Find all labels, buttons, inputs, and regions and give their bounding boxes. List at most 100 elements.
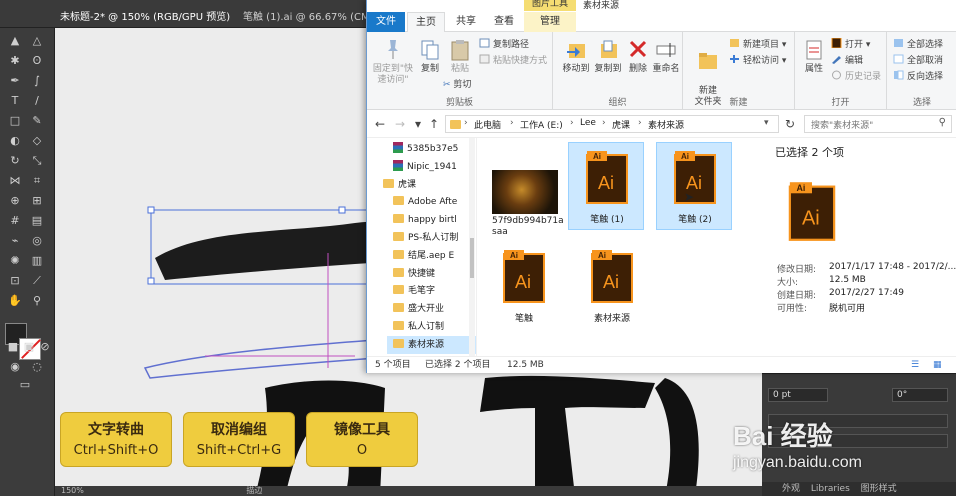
up-arrow-icon[interactable]: ↑: [427, 116, 441, 132]
artboard-tool-icon[interactable]: ⊡: [8, 274, 22, 288]
slice-tool-icon[interactable]: ⟋: [30, 274, 44, 288]
crumb-this-pc[interactable]: 此电脑: [474, 118, 501, 131]
nav-item[interactable]: PS-私人订制: [393, 229, 476, 247]
nav-scroll-thumb[interactable]: [470, 238, 474, 278]
crumb-lee[interactable]: Lee: [580, 118, 596, 128]
magic-wand-icon[interactable]: ✱: [8, 54, 22, 68]
curvature-tool-icon[interactable]: ∫: [30, 74, 44, 88]
nav-item[interactable]: happy birtl: [393, 211, 476, 229]
file-item-ai-4[interactable]: Ai Ai 素材来源: [574, 242, 650, 330]
file-item-ai-2[interactable]: Ai Ai 笔触 (2): [656, 142, 732, 230]
rotate-tool-icon[interactable]: ↻: [8, 154, 22, 168]
gradient-mode-icon[interactable]: ▣: [22, 340, 36, 354]
forward-arrow-icon[interactable]: →: [393, 116, 407, 132]
open-button[interactable]: 打开 ▾: [831, 38, 870, 52]
selection-tool-icon[interactable]: ▲: [8, 34, 22, 48]
copy-path-button[interactable]: 复制路径: [479, 38, 529, 52]
paste-shortcut-button[interactable]: 粘贴快捷方式: [479, 54, 547, 68]
rename-button[interactable]: 重命名: [649, 38, 683, 75]
pin-quick-access-button[interactable]: 固定到"快速访问": [371, 38, 415, 86]
doc-tab-brush[interactable]: 笔触 (1).ai @ 66.67% (CMYK: [243, 8, 382, 26]
blend-tool-icon[interactable]: ◎: [30, 234, 44, 248]
easy-access-button[interactable]: 轻松访问 ▾: [729, 54, 786, 68]
copy-button[interactable]: 复制: [413, 38, 447, 75]
file-item-ai-3[interactable]: Ai Ai 笔触: [486, 242, 562, 330]
color-mode-icon[interactable]: ■: [6, 340, 20, 354]
nav-item[interactable]: 私人订制: [393, 318, 476, 336]
nav-item[interactable]: 毛笔字: [393, 282, 476, 300]
nav-item[interactable]: 快捷键: [393, 265, 476, 283]
nav-item[interactable]: 盛大开业: [393, 300, 476, 318]
lasso-tool-icon[interactable]: ʘ: [30, 54, 44, 68]
refresh-icon[interactable]: ↻: [783, 116, 797, 132]
nav-item[interactable]: 素材来源: [387, 335, 476, 354]
crumb-source[interactable]: 素材来源: [648, 118, 684, 131]
width-tool-icon[interactable]: ⋈: [8, 174, 22, 188]
move-to-button[interactable]: 移动到: [559, 38, 593, 75]
folder-icon: [393, 196, 404, 206]
none-mode-icon[interactable]: ⊘: [38, 340, 52, 354]
back-arrow-icon[interactable]: ←: [373, 116, 387, 132]
crumb-drive-e[interactable]: 工作A (E:): [520, 118, 563, 131]
recent-dropdown-icon[interactable]: ▾: [411, 116, 425, 132]
shape-builder-icon[interactable]: ⊕: [8, 194, 22, 208]
angle-field[interactable]: 0°: [892, 388, 948, 402]
graph-tool-icon[interactable]: ▥: [30, 254, 44, 268]
draw-mode-icon[interactable]: ◉: [8, 360, 22, 374]
nav-scrollbar[interactable]: [469, 138, 475, 356]
zoom-tool-icon[interactable]: ⚲: [30, 294, 44, 308]
eyedropper-icon[interactable]: ⌁: [8, 234, 22, 248]
perspective-grid-icon[interactable]: ⊞: [30, 194, 44, 208]
nav-item[interactable]: Nipic_1941: [393, 158, 476, 176]
pen-tool-icon[interactable]: ✒: [8, 74, 22, 88]
address-bar[interactable]: › 此电脑 › 工作A (E:) › Lee › 虎课 › 素材来源 ▾: [445, 115, 779, 133]
type-tool-icon[interactable]: T: [8, 94, 22, 108]
stroke-weight-field[interactable]: 0 pt: [768, 388, 828, 402]
copy-to-button[interactable]: 复制到: [591, 38, 625, 75]
nav-item[interactable]: 5385b37e5: [393, 140, 476, 158]
tab-file[interactable]: 文件: [367, 12, 405, 32]
shaper-tool-icon[interactable]: ◐: [8, 134, 22, 148]
zoom-level[interactable]: 150%: [61, 486, 84, 495]
eraser-tool-icon[interactable]: ◇: [30, 134, 44, 148]
new-item-button[interactable]: 新建项目 ▾: [729, 38, 786, 52]
nav-item[interactable]: 结尾.aep E: [393, 247, 476, 265]
large-icons-view-icon[interactable]: ▦: [933, 357, 942, 373]
doc-tab-untitled[interactable]: 未标题-2* @ 150% (RGB/GPU 预览): [60, 8, 230, 26]
invert-selection-button[interactable]: 反向选择: [893, 70, 943, 84]
edit-button[interactable]: 编辑: [831, 54, 863, 68]
paintbrush-tool-icon[interactable]: ✎: [30, 114, 44, 128]
select-all-button[interactable]: 全部选择: [893, 38, 943, 52]
free-transform-icon[interactable]: ⌗: [30, 174, 44, 188]
screen-mode-icon[interactable]: ▭: [18, 378, 32, 392]
tab-view[interactable]: 查看: [485, 12, 523, 32]
file-item-image[interactable]: 57f9db994b71a saa: [486, 144, 564, 237]
tab-share[interactable]: 共享: [447, 12, 485, 32]
details-view-icon[interactable]: ☰: [911, 357, 919, 373]
tab-manage[interactable]: 管理: [524, 12, 576, 32]
properties-button[interactable]: 属性: [797, 38, 831, 75]
direct-selection-tool-icon[interactable]: △: [30, 34, 44, 48]
tab-home[interactable]: 主页: [407, 12, 445, 32]
mouse-cursor-icon: ➤: [684, 190, 695, 204]
paste-button[interactable]: 粘贴: [443, 38, 477, 75]
file-item-ai-1[interactable]: Ai Ai 笔触 (1): [568, 142, 644, 230]
draw-inside-icon[interactable]: ◌: [30, 360, 44, 374]
invert-selection-icon: [894, 70, 904, 80]
search-input[interactable]: 搜索"素材来源" ⚲: [804, 115, 952, 133]
scale-tool-icon[interactable]: ⤡: [30, 154, 44, 168]
line-tool-icon[interactable]: /: [30, 94, 44, 108]
mesh-tool-icon[interactable]: #: [8, 214, 22, 228]
symbol-sprayer-icon[interactable]: ✺: [8, 254, 22, 268]
rectangle-tool-icon[interactable]: □: [8, 114, 22, 128]
selected-count: 已选择 2 个项目: [425, 360, 491, 370]
nav-item[interactable]: Adobe Afte: [393, 193, 476, 211]
gradient-tool-icon[interactable]: ▤: [30, 214, 44, 228]
cut-button[interactable]: ✂ 剪切: [443, 78, 471, 92]
select-none-button[interactable]: 全部取消: [893, 54, 943, 68]
address-dropdown-icon[interactable]: ▾: [764, 118, 769, 128]
hand-tool-icon[interactable]: ✋: [8, 294, 22, 308]
nav-item[interactable]: 虎课: [383, 176, 469, 194]
history-button[interactable]: 历史记录: [831, 70, 881, 84]
crumb-hukе[interactable]: 虎课: [612, 118, 630, 131]
